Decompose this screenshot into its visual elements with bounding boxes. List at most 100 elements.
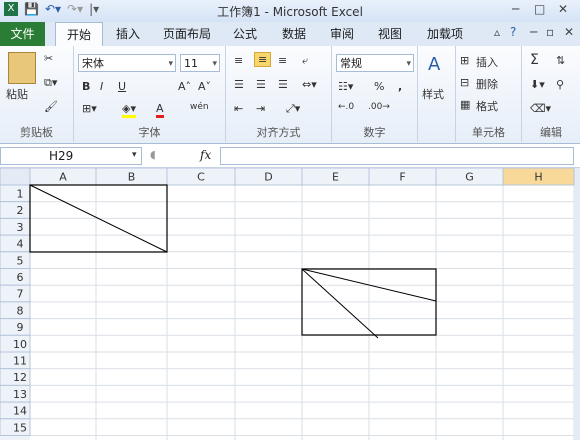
row-header-1[interactable] — [0, 184, 31, 203]
shrink-font-icon[interactable]: A˅ — [198, 80, 211, 93]
comma-button[interactable]: , — [398, 80, 402, 93]
styles-icon[interactable]: A — [428, 54, 440, 75]
row-header-4[interactable] — [0, 234, 31, 253]
doc-close-icon[interactable]: ✕ — [564, 25, 574, 39]
font-size-combo[interactable]: 11 ▾ — [180, 54, 220, 72]
help-icon[interactable]: ? — [510, 25, 516, 39]
tab-file[interactable]: 文件 — [0, 22, 45, 46]
increase-indent-icon[interactable]: ⇥ — [256, 102, 265, 115]
insert-cells-button[interactable]: 插入 — [476, 54, 498, 70]
minimize-icon[interactable]: ─ — [512, 2, 519, 16]
cut-icon[interactable]: ✂ — [44, 52, 53, 65]
tab-view[interactable]: 视图 — [372, 22, 408, 46]
copy-icon[interactable]: ⧉▾ — [44, 76, 57, 90]
row-header-label: 10 — [13, 338, 27, 351]
format-cells-button[interactable]: 格式 — [476, 98, 498, 114]
font-name-combo[interactable]: 宋体 ▾ — [78, 54, 176, 72]
font-color-button[interactable]: A — [156, 102, 164, 118]
orientation-icon[interactable]: ⤢▾ — [286, 102, 300, 116]
align-bottom-icon[interactable]: ≡ — [278, 54, 287, 67]
formula-bar-expand-icon[interactable]: ◖ — [150, 148, 156, 161]
close-icon[interactable]: ✕ — [558, 2, 568, 16]
fill-color-icon[interactable]: ◈▾ — [122, 102, 136, 118]
alignment-group: ≡ ≡ ≡ ⤶ ☰ ☰ ☰ ⇔▾ ⇤ ⇥ ⤢▾ 对齐方式 — [226, 46, 332, 142]
merge-center-icon[interactable]: ⇔▾ — [302, 78, 317, 91]
clear-icon[interactable]: ⌫▾ — [530, 102, 551, 115]
tab-page-layout[interactable]: 页面布局 — [157, 22, 217, 46]
row-header-label: 3 — [17, 221, 24, 234]
paste-button[interactable]: 粘贴 — [6, 86, 28, 102]
delete-cells-icon[interactable]: ⊟ — [460, 76, 469, 89]
font-size-value: 11 — [184, 57, 198, 70]
ribbon-minimize-icon[interactable]: ▵ — [494, 25, 500, 39]
tab-review[interactable]: 审阅 — [324, 22, 360, 46]
grow-font-icon[interactable]: A˄ — [178, 80, 191, 93]
row-header-8[interactable] — [0, 301, 31, 320]
chevron-down-icon: ▾ — [168, 59, 173, 69]
column-header-label: D — [264, 171, 272, 184]
tab-home[interactable]: 开始 — [55, 22, 103, 46]
row-header-6[interactable] — [0, 268, 31, 286]
doc-restore-icon[interactable]: ▫ — [546, 25, 554, 39]
column-header-label: G — [465, 171, 474, 184]
align-right-icon[interactable]: ☰ — [278, 78, 288, 91]
autosum-button[interactable]: Σ — [530, 52, 539, 68]
number-format-value: 常规 — [340, 57, 362, 70]
vertical-scrollbar[interactable] — [574, 168, 580, 440]
name-box-dropdown-icon[interactable]: ▾ — [132, 150, 137, 160]
italic-button[interactable]: I — [100, 80, 103, 93]
insert-cells-icon[interactable]: ⊞ — [460, 54, 469, 67]
align-top-icon[interactable]: ≡ — [234, 54, 243, 67]
column-header-label: A — [59, 171, 67, 184]
decrease-indent-icon[interactable]: ⇤ — [234, 102, 243, 115]
row-header-3[interactable] — [0, 217, 31, 236]
underline-button[interactable]: U — [118, 80, 126, 93]
tab-addins[interactable]: 加载项 — [420, 22, 470, 46]
row-header-label: 7 — [17, 288, 24, 301]
row-header-2[interactable] — [0, 201, 31, 219]
formula-input[interactable] — [220, 147, 574, 165]
tab-data[interactable]: 数据 — [276, 22, 312, 46]
align-left-icon[interactable]: ☰ — [234, 78, 244, 91]
format-painter-icon[interactable]: 🖌 — [44, 100, 58, 113]
maximize-icon[interactable]: □ — [534, 2, 545, 16]
currency-icon[interactable]: ☷▾ — [338, 80, 353, 93]
wrap-text-icon[interactable]: ⤶ — [302, 54, 308, 68]
border-icon[interactable]: ⊞▾ — [82, 102, 97, 115]
row-header-9[interactable] — [0, 318, 31, 336]
find-select-icon[interactable]: ⚲ — [556, 78, 564, 91]
fill-icon[interactable]: ⬇▾ — [530, 78, 545, 91]
increase-decimal-icon[interactable]: ←.0 — [338, 102, 354, 112]
chevron-down-icon: ▾ — [406, 59, 411, 69]
row-header-5[interactable] — [0, 251, 31, 270]
column-header-label: E — [332, 171, 339, 184]
name-box[interactable]: H29 — [0, 147, 142, 165]
column-header-label: H — [534, 171, 542, 184]
format-cells-icon[interactable]: ▦ — [460, 98, 470, 111]
row-header-label: 1 — [17, 188, 24, 201]
doc-minimize-icon[interactable]: ─ — [530, 25, 537, 39]
bold-button[interactable]: B — [82, 80, 90, 93]
clipboard-group-label: 剪贴板 — [20, 126, 53, 139]
sort-filter-icon[interactable]: ⇅ — [556, 54, 565, 67]
align-center-icon[interactable]: ☰ — [256, 78, 266, 91]
alignment-group-label: 对齐方式 — [256, 126, 301, 139]
row-header-7[interactable] — [0, 284, 31, 303]
tab-formulas[interactable]: 公式 — [227, 22, 263, 46]
editing-group-label: 编辑 — [540, 126, 562, 139]
percent-button[interactable]: % — [374, 80, 384, 93]
row-header-label: 15 — [13, 421, 27, 434]
phonetic-button[interactable]: wén — [190, 102, 209, 112]
align-middle-icon[interactable]: ≡ — [254, 52, 272, 67]
row-header-label: 8 — [17, 304, 24, 317]
select-all-button[interactable] — [0, 168, 31, 186]
insert-function-button[interactable]: fx — [200, 148, 211, 162]
paste-icon[interactable] — [8, 52, 36, 84]
tab-insert[interactable]: 插入 — [108, 22, 148, 46]
decrease-decimal-icon[interactable]: .00→ — [368, 102, 390, 112]
styles-button[interactable]: 样式 — [422, 86, 444, 102]
worksheet-grid[interactable]: A B C D E F G H123456789101112131415 — [0, 168, 580, 440]
editing-group: Σ ⇅ ⬇▾ ⚲ ⌫▾ 编辑 — [522, 46, 580, 142]
delete-cells-button[interactable]: 删除 — [476, 76, 498, 92]
number-format-combo[interactable]: 常规 ▾ — [336, 54, 414, 72]
